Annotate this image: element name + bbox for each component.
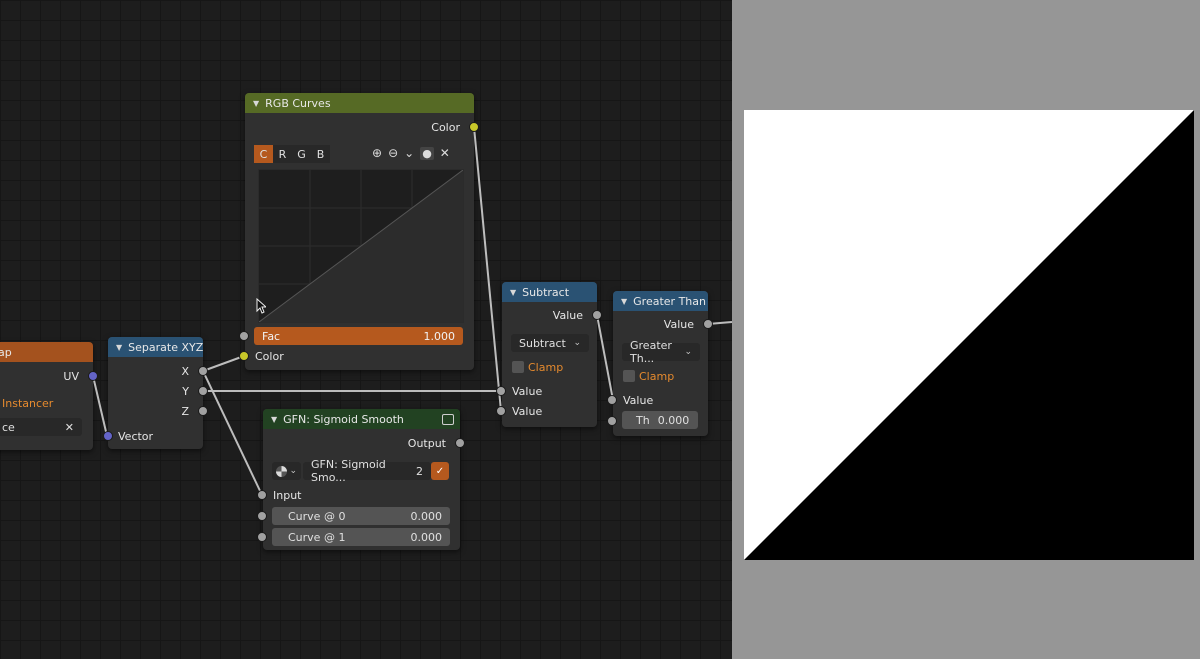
y-output-label: Y <box>182 384 189 398</box>
operation-dropdown[interactable]: Subtract ⌄ <box>511 334 589 352</box>
operation-dropdown[interactable]: Greater Th... ⌄ <box>622 339 700 365</box>
value-input-2-label: Value <box>512 404 543 418</box>
greater-than-header[interactable]: ▼ Greater Than <box>613 291 708 311</box>
collapse-arrow-icon[interactable]: ▼ <box>116 343 122 352</box>
collapse-arrow-icon[interactable]: ▼ <box>253 99 259 108</box>
mouse-cursor-icon <box>256 298 266 314</box>
subtract-output-socket[interactable] <box>592 310 602 320</box>
chevron-down-icon: ⌄ <box>289 466 297 476</box>
fake-user-shield-icon[interactable]: ✓ <box>431 462 449 480</box>
fac-slider[interactable]: Fac 1.000 <box>254 327 463 345</box>
greater-than-title: Greater Than <box>633 294 706 308</box>
curve-channel-tabs: C R G B <box>254 145 330 163</box>
uv-output-label: UV <box>63 369 79 383</box>
clear-icon[interactable]: ✕ <box>65 421 74 434</box>
rgb-curves-title: RGB Curves <box>265 96 331 110</box>
value-input-label: Value <box>623 393 654 407</box>
uv-output-socket[interactable] <box>88 371 98 381</box>
clamp-label: Clamp <box>528 360 564 374</box>
sigmoid-title: GFN: Sigmoid Smooth <box>283 412 404 426</box>
y-output-socket[interactable] <box>198 386 208 396</box>
link-curves-subtract <box>473 126 502 412</box>
subtract-input-1-socket[interactable] <box>496 386 506 396</box>
collapse-arrow-icon[interactable]: ▼ <box>510 288 516 297</box>
subtract-header[interactable]: ▼ Subtract <box>502 282 597 302</box>
separate-xyz-title: Separate XYZ <box>128 340 203 354</box>
greater-value-output-label: Value <box>663 317 694 331</box>
color-output-label: Color <box>431 120 460 134</box>
z-output-label: Z <box>181 404 189 418</box>
input-label: Input <box>273 488 302 502</box>
vector-input-socket[interactable] <box>103 431 113 441</box>
output-socket[interactable] <box>455 438 465 448</box>
link-x-curves <box>202 355 245 372</box>
clamp-checkbox[interactable] <box>512 361 524 373</box>
greater-than-node[interactable]: ▼ Greater Than Value Greater Th... ⌄ Cla… <box>613 291 708 436</box>
clamp-checkbox[interactable] <box>623 370 635 382</box>
output-label: Output <box>407 436 446 450</box>
link-subtract-greater <box>596 314 614 401</box>
rgb-curves-header[interactable]: ▼ RGB Curves <box>245 93 474 113</box>
z-output-socket[interactable] <box>198 406 208 416</box>
value-input-1-label: Value <box>512 384 543 398</box>
render-preview-image <box>744 110 1194 560</box>
color-input-label: Color <box>255 349 284 363</box>
rgb-curves-node[interactable]: ▼ RGB Curves Color C R G B ⊕ ⊖ ⌄ ● ✕ Fac… <box>245 93 474 370</box>
zoom-out-icon[interactable]: ⊖ <box>388 146 398 160</box>
uv-map-title: ap <box>0 345 12 359</box>
tab-combined[interactable]: C <box>254 145 273 163</box>
render-preview-panel <box>732 0 1200 659</box>
uv-map-header[interactable]: ap <box>0 342 93 362</box>
clip-dot-icon[interactable]: ● <box>420 146 434 160</box>
tab-green[interactable]: G <box>292 145 311 163</box>
user-count: 2 <box>416 464 423 478</box>
link-uv-vector <box>92 375 108 437</box>
group-browse-button[interactable]: ⌄ <box>272 462 301 480</box>
x-output-label: X <box>181 364 189 378</box>
sigmoid-header[interactable]: ▼ GFN: Sigmoid Smooth <box>263 409 460 429</box>
curve1-socket[interactable] <box>257 532 267 542</box>
vector-input-label: Vector <box>118 429 154 443</box>
node-editor[interactable]: ap UV Instancer ce ✕ ▼ Separate XYZ X Y … <box>0 0 732 659</box>
sigmoid-smooth-node[interactable]: ▼ GFN: Sigmoid Smooth Output ⌄ GFN: Sigm… <box>263 409 460 550</box>
curve-tools: ⊕ ⊖ ⌄ ● ✕ <box>372 146 450 160</box>
threshold-field[interactable]: Th 0.000 <box>622 411 698 429</box>
greater-input-socket[interactable] <box>607 395 617 405</box>
curve-at-1-field[interactable]: Curve @ 1 0.000 <box>272 528 450 546</box>
separate-xyz-header[interactable]: ▼ Separate XYZ <box>108 337 203 357</box>
group-name-field[interactable]: GFN: Sigmoid Smo... 2 <box>303 458 431 484</box>
subtract-value-output-label: Value <box>552 308 583 322</box>
input-socket[interactable] <box>257 490 267 500</box>
color-output-socket[interactable] <box>469 122 479 132</box>
curve-at-0-field[interactable]: Curve @ 0 0.000 <box>272 507 450 525</box>
separate-xyz-node[interactable]: ▼ Separate XYZ X Y Z Vector <box>108 337 203 449</box>
subtract-input-2-socket[interactable] <box>496 406 506 416</box>
curve-graph[interactable] <box>258 169 464 323</box>
from-instancer-label[interactable]: Instancer <box>2 393 53 413</box>
x-output-socket[interactable] <box>198 366 208 376</box>
curve-graph-svg <box>259 170 463 322</box>
color-input-socket[interactable] <box>239 351 249 361</box>
node-group-icon[interactable] <box>442 413 454 425</box>
chevron-down-icon: ⌄ <box>573 338 581 348</box>
fac-input-socket[interactable] <box>239 331 249 341</box>
uv-map-node[interactable]: ap UV Instancer ce ✕ <box>0 342 93 450</box>
subtract-node[interactable]: ▼ Subtract Value Subtract ⌄ Clamp Value … <box>502 282 597 427</box>
reset-icon[interactable]: ✕ <box>440 146 450 160</box>
clamp-label: Clamp <box>639 369 675 383</box>
collapse-arrow-icon[interactable]: ▼ <box>621 297 627 306</box>
link-x-sigmoid <box>202 370 263 496</box>
chevron-down-icon: ⌄ <box>684 347 692 357</box>
threshold-socket[interactable] <box>607 416 617 426</box>
subtract-title: Subtract <box>522 285 570 299</box>
chevron-down-icon[interactable]: ⌄ <box>404 146 414 160</box>
greater-output-socket[interactable] <box>703 319 713 329</box>
curve0-socket[interactable] <box>257 511 267 521</box>
node-tree-icon <box>276 465 287 477</box>
uv-map-field[interactable]: ce ✕ <box>0 418 82 436</box>
tab-blue[interactable]: B <box>311 145 330 163</box>
collapse-arrow-icon[interactable]: ▼ <box>271 415 277 424</box>
tab-red[interactable]: R <box>273 145 292 163</box>
zoom-in-icon[interactable]: ⊕ <box>372 146 382 160</box>
